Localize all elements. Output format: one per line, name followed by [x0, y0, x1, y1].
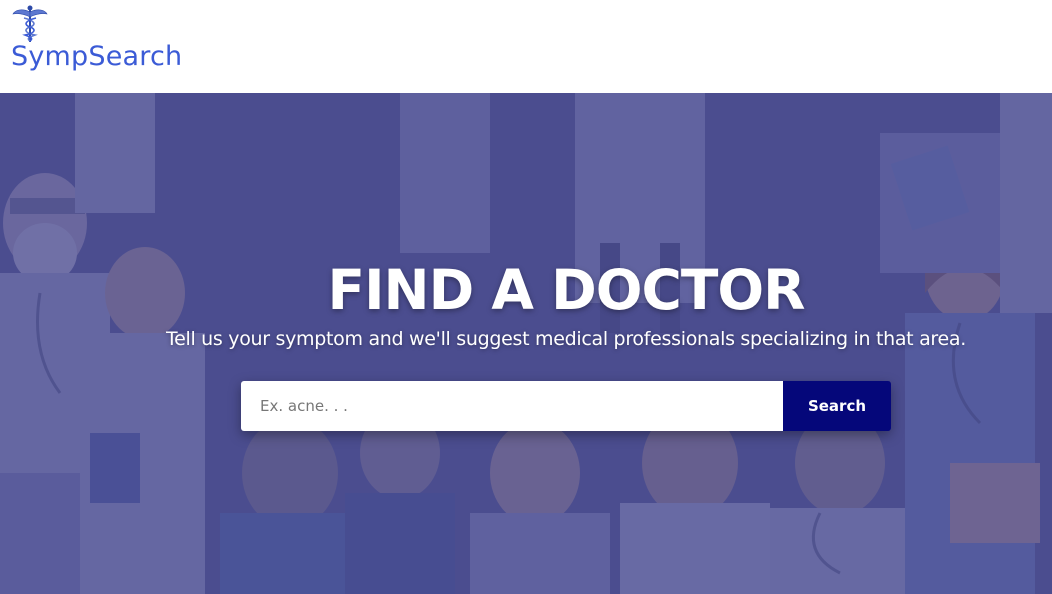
caduceus-icon [12, 4, 48, 44]
logo-text: SympSearch [11, 41, 183, 72]
hero-title: FIND A DOCTOR [327, 258, 806, 322]
hero-banner: FIND A DOCTOR Tell us your symptom and w… [0, 93, 1052, 594]
symptom-search-input[interactable] [241, 381, 783, 431]
site-header: SympSearch [0, 0, 1052, 93]
hero-subtitle: Tell us your symptom and we'll suggest m… [166, 328, 966, 350]
search-button[interactable]: Search [783, 381, 891, 431]
symptom-search-form: Search [241, 381, 891, 431]
site-logo[interactable]: SympSearch [10, 4, 210, 84]
